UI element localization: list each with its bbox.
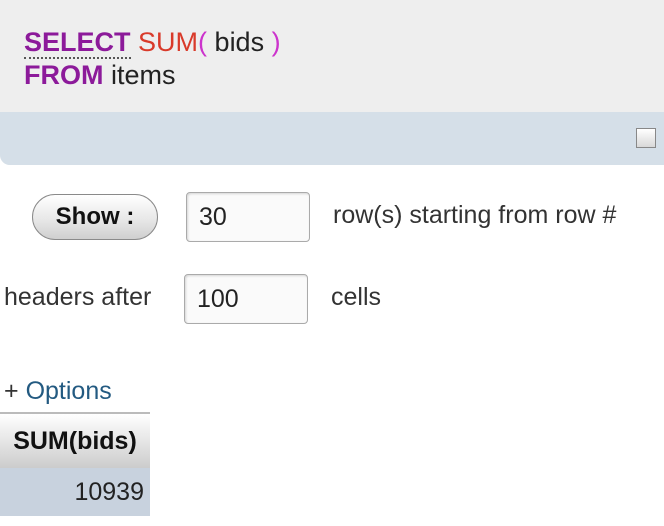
results-header-row: SUM(bids) bbox=[0, 412, 150, 468]
cells-label: cells bbox=[331, 283, 382, 311]
sql-query-text: SELECT SUM( bids ) FROM items bbox=[24, 26, 281, 92]
show-button[interactable]: Show : bbox=[32, 194, 158, 240]
rows-count-input[interactable]: 30 bbox=[186, 192, 310, 242]
sql-table-name: items bbox=[111, 60, 176, 90]
headers-after-input[interactable]: 100 bbox=[184, 274, 308, 324]
options-label: Options bbox=[25, 377, 112, 405]
results-table: SUM(bids) 10939 bbox=[0, 412, 150, 516]
plus-icon: + bbox=[4, 377, 19, 405]
sql-sum-function[interactable]: SUM bbox=[138, 27, 198, 57]
headers-after-label: headers after bbox=[4, 283, 152, 311]
sql-line-2: FROM items bbox=[24, 59, 281, 92]
sql-from-keyword[interactable]: FROM bbox=[24, 60, 103, 90]
column-header-sum-bids[interactable]: SUM(bids) bbox=[0, 412, 150, 468]
sql-close-paren: ) bbox=[271, 27, 281, 57]
table-row: 10939 bbox=[0, 468, 150, 516]
options-toggle-link[interactable]: + Options bbox=[4, 377, 112, 406]
inline-edit-checkbox[interactable] bbox=[636, 128, 656, 148]
rows-starting-label: row(s) starting from row # bbox=[333, 201, 617, 229]
sql-column-name: bids bbox=[214, 27, 265, 57]
sql-panel-footer bbox=[0, 112, 664, 165]
sql-open-paren: ( bbox=[198, 27, 208, 57]
sql-query-panel: SELECT SUM( bids ) FROM items bbox=[0, 0, 664, 165]
headers-after-value: 100 bbox=[197, 285, 239, 313]
result-cell[interactable]: 10939 bbox=[0, 468, 150, 516]
rows-count-value: 30 bbox=[199, 203, 227, 231]
sql-select-keyword[interactable]: SELECT bbox=[24, 27, 131, 59]
sql-line-1: SELECT SUM( bids ) bbox=[24, 26, 281, 59]
